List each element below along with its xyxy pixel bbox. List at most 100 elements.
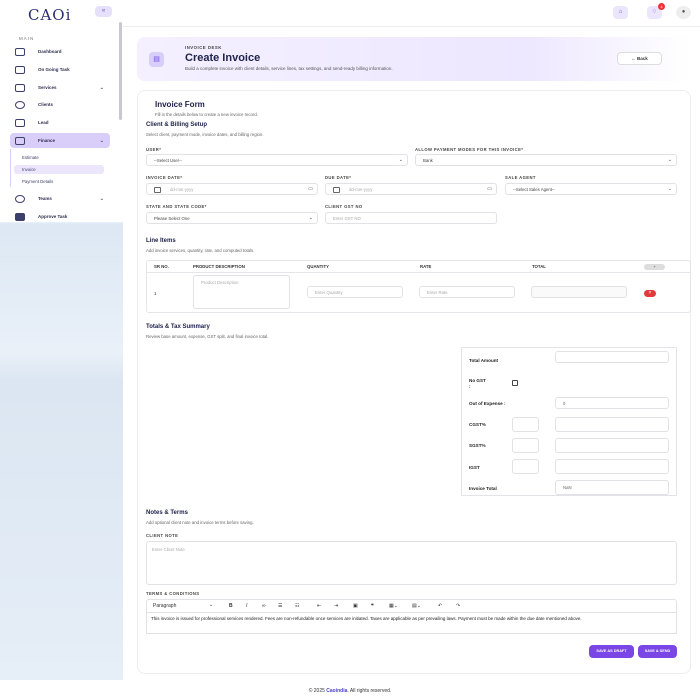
brand-logo[interactable]: CAOi	[28, 6, 71, 24]
due-date-placeholder: dd-mm-yyyy	[349, 187, 373, 192]
sidebar-item-ongoing-task[interactable]: On Going Task	[10, 62, 110, 77]
sidebar-collapse-button[interactable]: «	[95, 6, 112, 17]
rate-input[interactable]: Enter Rate	[419, 286, 515, 298]
table-icon[interactable]: ▦⌄	[389, 603, 398, 609]
save-and-send-button[interactable]: SAVE & SEND	[638, 645, 677, 658]
sidebar-item-approve-task[interactable]: Approve Task	[10, 209, 110, 224]
quote-icon[interactable]: ❝	[371, 603, 374, 609]
sidebar-item-teams[interactable]: Teams ⌄	[10, 191, 110, 206]
redo-icon[interactable]: ↷	[456, 603, 460, 609]
expense-input[interactable]: 0	[555, 397, 669, 409]
calendar-icon: ▭	[487, 186, 492, 192]
media-icon[interactable]: ▤⌄	[412, 603, 421, 609]
no-gst-label: No GST	[469, 378, 486, 383]
gst-placeholder: Enter GST NO	[333, 216, 361, 221]
footer-prefix: © 2025	[308, 688, 327, 694]
invoice-total-field[interactable]: NaN	[555, 480, 669, 495]
invoice-date-input[interactable]: dd-mm-yyyy ▭	[146, 183, 318, 195]
calendar-icon	[154, 186, 161, 193]
sgst-amount-field[interactable]	[555, 438, 669, 453]
footer-brand-link[interactable]: Caoindia	[326, 688, 347, 694]
link-icon[interactable]: ∞	[262, 603, 266, 609]
terms-text: This invoice is issued for professional …	[151, 616, 582, 621]
page-title: Create Invoice	[185, 52, 261, 64]
totals-title: Totals & Tax Summary	[146, 324, 210, 330]
submenu-item-invoice[interactable]: Invoice	[14, 165, 104, 174]
bold-icon[interactable]: B	[229, 603, 233, 609]
monitor-icon	[15, 47, 25, 56]
igst-percent-input[interactable]	[512, 459, 539, 474]
cgst-label: CGST%	[469, 422, 486, 427]
approve-icon	[15, 212, 25, 221]
submenu-item-payment-details[interactable]: Payment Details	[14, 177, 104, 186]
italic-icon[interactable]: I	[246, 603, 247, 609]
column-header: TOTAL	[532, 264, 546, 269]
save-as-draft-button[interactable]: SAVE AS DRAFT	[589, 645, 634, 658]
payment-mode-select[interactable]: Bank ⌄	[415, 154, 677, 166]
column-header: QUANTITY	[307, 264, 329, 269]
sgst-percent-input[interactable]	[512, 438, 539, 453]
line-items-subtitle: Add invoice services, quantity, rate, an…	[146, 248, 255, 253]
indent-icon[interactable]: ⇥	[334, 603, 338, 609]
topbar: ⌂ ♢ 4 ●	[123, 0, 700, 27]
igst-label: IGST	[469, 465, 480, 470]
expense-label: Out of Expense :	[469, 401, 506, 406]
wallet-icon	[15, 136, 25, 145]
total-amount-field[interactable]	[555, 351, 669, 363]
sidebar-item-label: Approve Task	[38, 214, 68, 219]
undo-icon[interactable]: ↶	[438, 603, 442, 609]
no-gst-checkbox[interactable]	[512, 380, 518, 386]
total-input[interactable]	[531, 286, 627, 298]
user-select[interactable]: --Select User-- ⌄	[146, 154, 408, 166]
due-date-label: DUE DATE*	[325, 175, 352, 180]
back-button[interactable]: ← Back	[617, 52, 662, 65]
add-row-button[interactable]: +	[644, 264, 665, 270]
editor-toolbar: Paragraph ⌄ B I ∞ ☰ ☷ ⇤ ⇥ ▣ ❝ ▦⌄ ▤⌄ ↶ ↷	[146, 599, 677, 613]
cgst-amount-field[interactable]	[555, 417, 669, 432]
sidebar-scrollbar[interactable]	[119, 22, 122, 120]
igst-amount-field[interactable]	[555, 459, 669, 474]
numbered-list-icon[interactable]: ☷	[295, 603, 299, 609]
page-subtitle: Build a complete invoice with client det…	[185, 66, 393, 71]
sidebar: CAOi « MAIN Dashboard On Going Task Serv…	[0, 0, 123, 680]
delete-row-button[interactable]: ×	[644, 290, 656, 297]
sidebar-item-label: On Going Task	[38, 67, 70, 72]
chevron-down-icon: ⌄	[99, 195, 104, 202]
cgst-percent-input[interactable]	[512, 417, 539, 432]
terms-editor[interactable]: This invoice is issued for professional …	[146, 613, 677, 634]
submenu-item-estimate[interactable]: Estimate	[14, 153, 104, 162]
no-gst-colon: :	[469, 384, 471, 389]
outdent-icon[interactable]: ⇤	[317, 603, 321, 609]
due-date-input[interactable]: dd-mm-yyyy ▭	[325, 183, 497, 195]
notes-title: Notes & Terms	[146, 510, 188, 516]
quantity-input[interactable]: Enter Quantity	[307, 286, 403, 298]
page-header: ▤ INVOICE DESK Create Invoice Build a co…	[137, 37, 691, 81]
bell-icon[interactable]: ♢ 4	[647, 3, 665, 19]
state-select-value: Please Select One	[154, 216, 190, 221]
sidebar-item-services[interactable]: Services ⌄	[10, 80, 110, 95]
sidebar-item-clients[interactable]: Clients	[10, 97, 110, 112]
column-header: RATE	[420, 264, 432, 269]
sidebar-item-label: Dashboard	[38, 49, 62, 54]
sidebar-item-finance[interactable]: Finance ⌄	[10, 133, 110, 148]
product-description-input[interactable]: Product Description	[193, 275, 290, 309]
sale-agent-select[interactable]: --Select Sales Agent-- ⌄	[505, 183, 677, 195]
user-avatar-icon[interactable]: ●	[676, 6, 691, 19]
invoice-date-label: INVOICE DATE*	[146, 175, 183, 180]
image-icon[interactable]: ▣	[353, 603, 358, 609]
notes-subtitle: Add optional client note and invoice ter…	[146, 520, 254, 525]
sidebar-item-lead[interactable]: Lead	[10, 115, 110, 130]
chevron-down-icon[interactable]: ⌄	[209, 602, 213, 608]
submenu-label: Payment Details	[22, 179, 54, 184]
paragraph-select[interactable]: Paragraph	[153, 603, 176, 609]
state-select[interactable]: Please Select One ⌄	[146, 212, 318, 224]
home-icon[interactable]: ⌂	[613, 6, 628, 19]
client-note-textarea[interactable]: Enter Client Note	[146, 541, 677, 585]
footer-suffix: . All rights reserved.	[347, 688, 392, 694]
client-note-placeholder: Enter Client Note	[152, 547, 185, 552]
sgst-label: SGST%	[469, 443, 486, 448]
gst-input[interactable]: Enter GST NO	[325, 212, 497, 224]
notification-badge: 4	[658, 3, 665, 10]
sidebar-item-dashboard[interactable]: Dashboard	[10, 44, 110, 59]
bulleted-list-icon[interactable]: ☰	[278, 603, 282, 609]
